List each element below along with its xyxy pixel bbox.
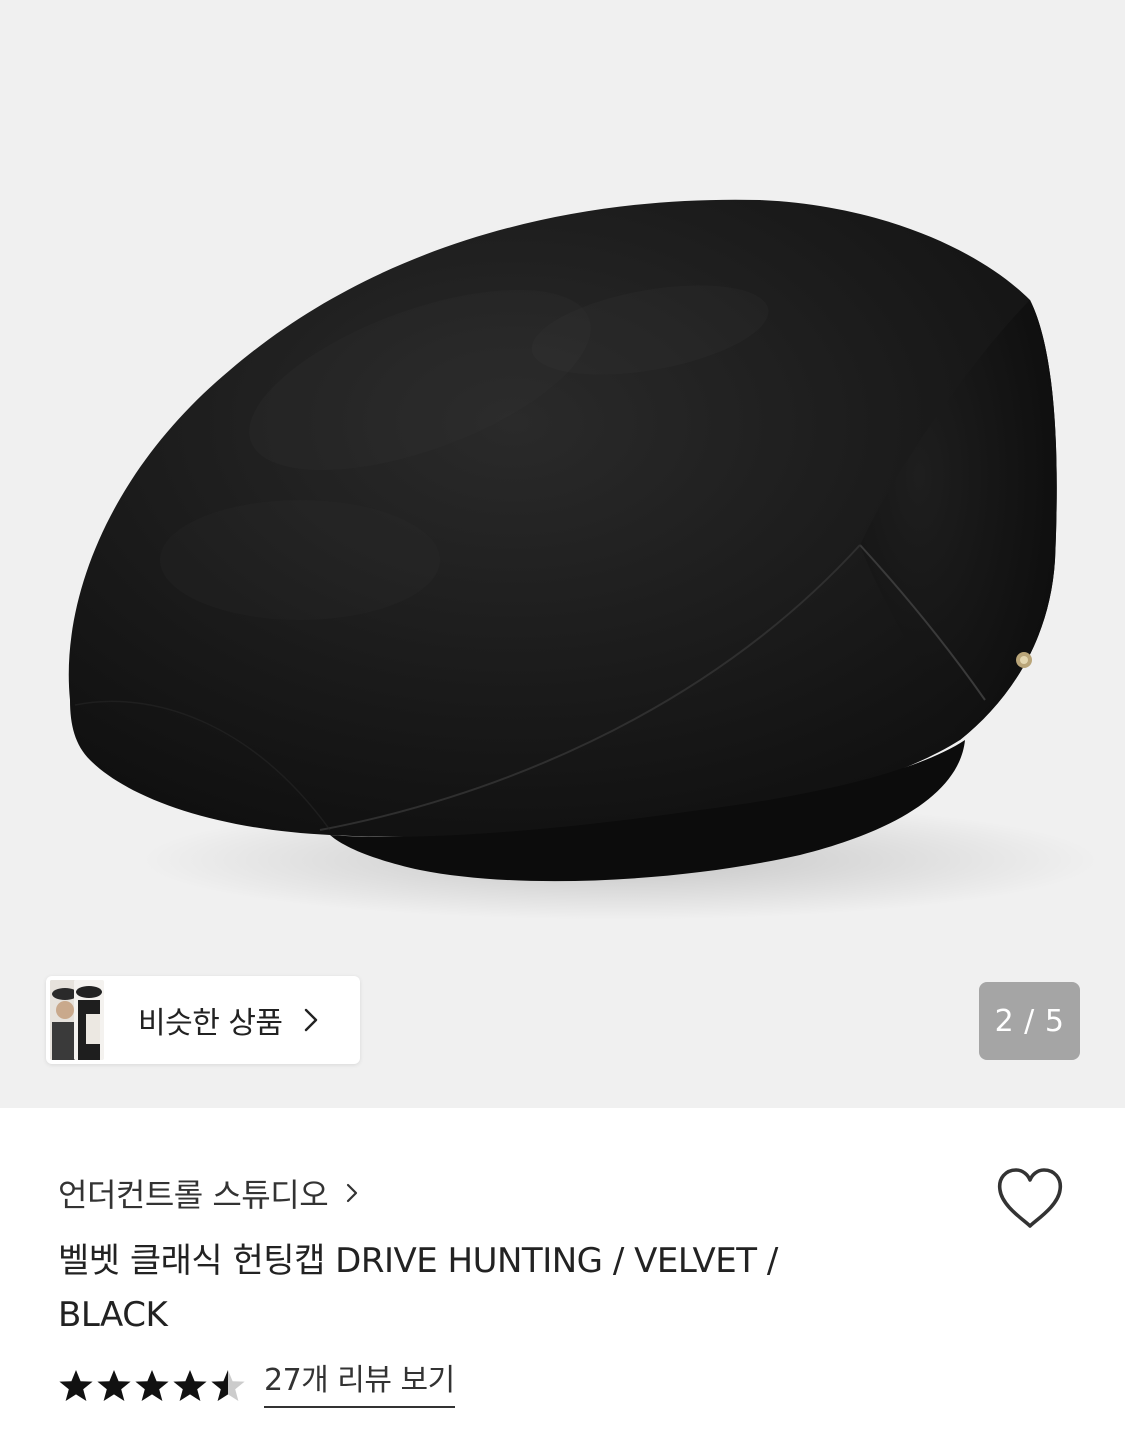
- similar-products-button[interactable]: 비슷한 상품: [46, 976, 360, 1064]
- heart-outline-icon[interactable]: [994, 1164, 1066, 1236]
- star-filled-icon: [97, 1370, 131, 1401]
- product-image-gallery[interactable]: 비슷한 상품 2 / 5: [0, 0, 1125, 1108]
- star-rating: [58, 1369, 246, 1403]
- star-half-icon: [211, 1370, 245, 1401]
- star-filled-icon: [173, 1370, 207, 1401]
- product-info-section: 언더컨트롤 스튜디오 벨벳 클래식 헌팅캡 DRIVE HUNTING / VE…: [0, 1108, 1125, 1444]
- product-title: 벨벳 클래식 헌팅캡 DRIVE HUNTING / VELVET / BLAC…: [58, 1241, 778, 1335]
- brand-link[interactable]: 언더컨트롤 스튜디오: [58, 1170, 360, 1216]
- image-page-counter: 2 / 5: [979, 982, 1080, 1060]
- rating-row: 27개 리뷰 보기: [58, 1364, 455, 1408]
- product-image-hunting-cap: [68, 199, 1100, 920]
- similar-products-label: 비슷한 상품: [138, 1006, 283, 1041]
- star-filled-icon: [135, 1370, 169, 1401]
- chevron-right-icon: [304, 1008, 317, 1032]
- star-filled-icon: [59, 1370, 93, 1401]
- brand-name: 언더컨트롤 스튜디오: [58, 1176, 329, 1214]
- reviews-link[interactable]: 27개 리뷰 보기: [264, 1364, 455, 1408]
- similar-product-thumbnail-icon: [46, 976, 108, 1064]
- chevron-right-icon: [347, 1183, 358, 1203]
